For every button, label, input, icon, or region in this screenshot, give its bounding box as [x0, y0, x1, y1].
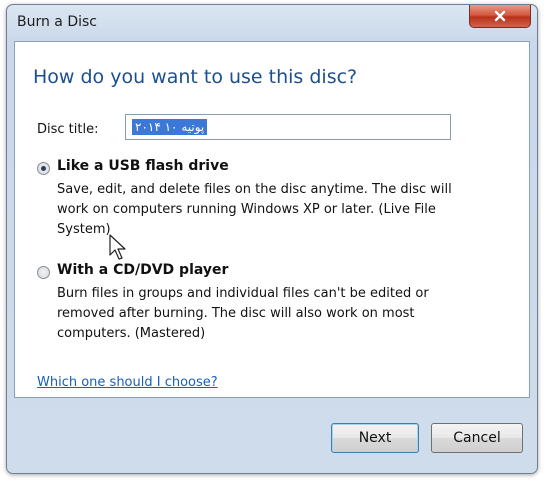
cd-dvd-radio[interactable]: [37, 266, 50, 279]
title-bar[interactable]: Burn a Disc: [7, 5, 537, 41]
cd-dvd-option-description: Burn files in groups and individual file…: [57, 284, 527, 344]
dialog-content: How do you want to use this disc? Disc t…: [14, 41, 530, 398]
usb-flash-radio[interactable]: [37, 162, 50, 175]
usb-flash-desc-line: Save, edit, and delete files on the disc…: [57, 182, 452, 197]
window-title: Burn a Disc: [17, 14, 98, 30]
close-button[interactable]: [469, 5, 531, 28]
page-title: How do you want to use this disc?: [33, 66, 358, 88]
cd-dvd-desc-line: removed after burning. The disc will als…: [57, 306, 415, 321]
burn-disc-dialog: Burn a Disc How do you want to use this …: [6, 4, 538, 474]
cd-dvd-desc-line: Burn files in groups and individual file…: [57, 286, 429, 301]
disc-title-input[interactable]: پوتیه ۱۰ ۲۰۱۴: [125, 114, 451, 140]
next-button[interactable]: Next: [331, 423, 419, 453]
disc-title-value: پوتیه ۱۰ ۲۰۱۴: [132, 119, 208, 135]
cd-dvd-desc-line: computers. (Mastered): [57, 326, 206, 341]
usb-flash-option-description: Save, edit, and delete files on the disc…: [57, 180, 527, 240]
usb-flash-option-label[interactable]: Like a USB flash drive: [57, 158, 229, 174]
mouse-pointer-icon: [109, 234, 126, 260]
usb-flash-desc-line: work on computers running Windows XP or …: [57, 202, 436, 217]
disc-title-label: Disc title:: [37, 122, 99, 137]
close-icon: [494, 10, 506, 22]
cancel-button[interactable]: Cancel: [431, 423, 523, 453]
help-link[interactable]: Which one should I choose?: [37, 375, 218, 390]
cd-dvd-option-label[interactable]: With a CD/DVD player: [57, 262, 228, 278]
